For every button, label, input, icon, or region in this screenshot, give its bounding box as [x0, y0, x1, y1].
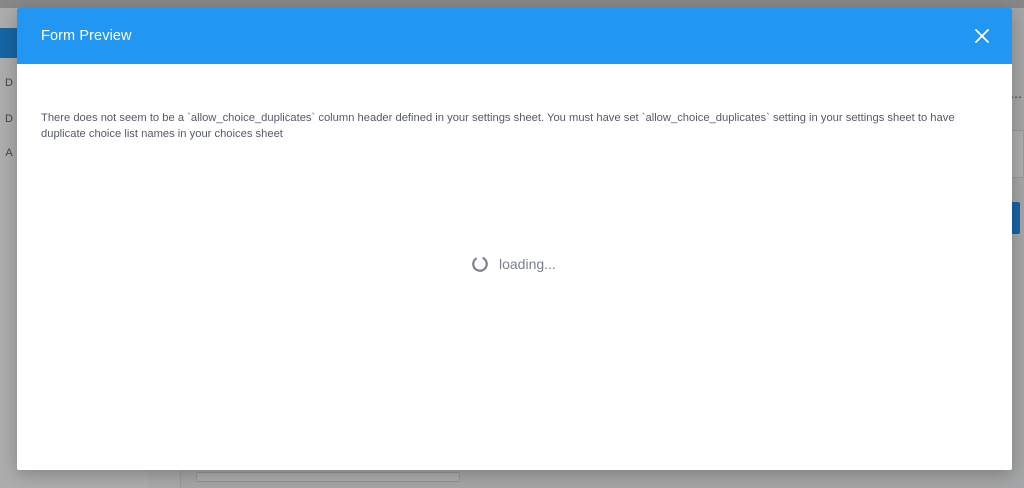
- close-icon: [975, 29, 989, 43]
- spinner-icon: [472, 256, 488, 272]
- close-button[interactable]: [972, 26, 992, 46]
- modal-title: Form Preview: [41, 28, 132, 44]
- warning-message: There does not seem to be a `allow_choic…: [41, 112, 955, 140]
- form-preview-modal: Form Preview There does not seem to be a…: [17, 8, 1012, 470]
- loading-text: loading...: [499, 256, 556, 272]
- modal-header: Form Preview: [17, 8, 1012, 64]
- loading-indicator: loading...: [471, 255, 556, 273]
- modal-body: There does not seem to be a `allow_choic…: [17, 64, 1012, 272]
